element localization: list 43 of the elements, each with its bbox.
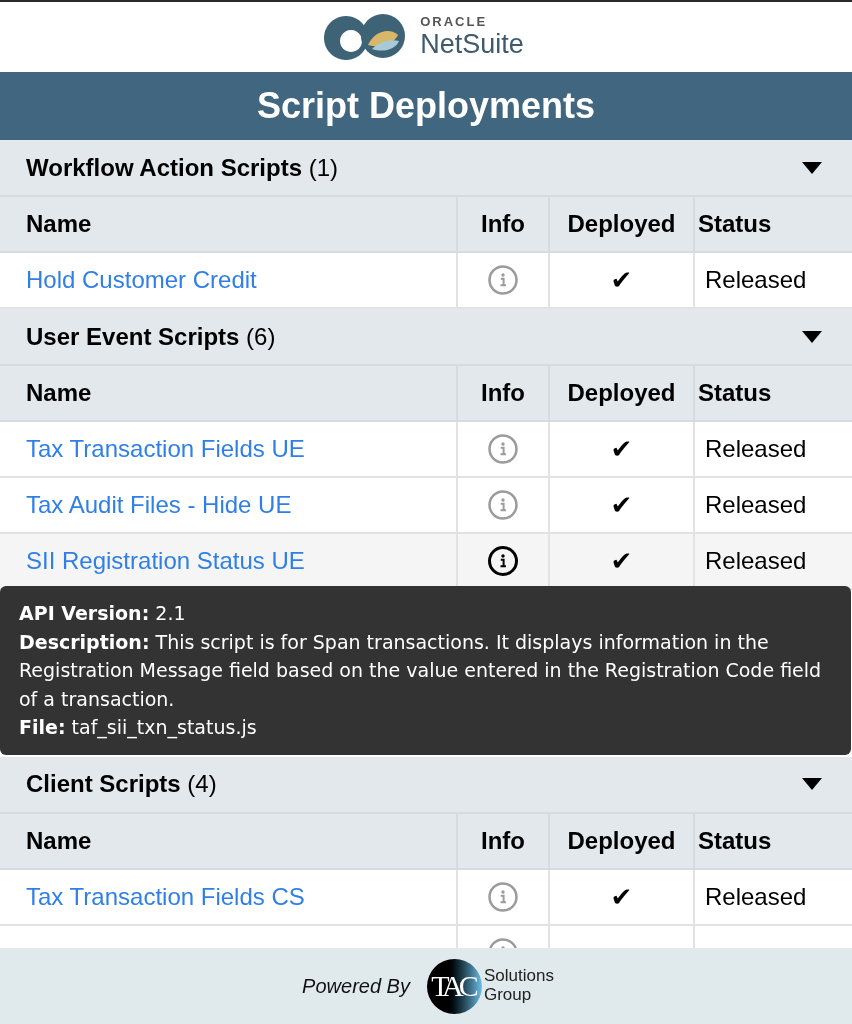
column-header: Status bbox=[695, 366, 852, 422]
tooltip-text: API Version: 2.1 bbox=[19, 601, 187, 626]
info-icon[interactable] bbox=[488, 546, 518, 576]
check-mark: ✔ bbox=[550, 422, 695, 476]
infinity-logo-icon bbox=[324, 13, 407, 61]
table-cell-text: Released bbox=[704, 490, 808, 520]
script-link[interactable]: Tax Transaction Fields CS bbox=[26, 884, 305, 909]
column-header: Name bbox=[0, 366, 458, 422]
caret-down-icon[interactable] bbox=[802, 778, 822, 790]
caret-down-icon[interactable] bbox=[802, 330, 822, 343]
column-header: Info bbox=[458, 197, 550, 253]
check-mark: ✔ bbox=[550, 253, 695, 307]
table-cell-text: Released bbox=[704, 546, 808, 576]
page-title: Script Deployments bbox=[0, 72, 852, 140]
column-header: Info bbox=[458, 366, 550, 422]
table-cell-text: Released bbox=[704, 265, 808, 295]
section-title: Workflow Action Scripts (1) bbox=[26, 155, 339, 180]
script-link[interactable]: Hold Customer Credit bbox=[26, 268, 257, 292]
company-name-text: Group bbox=[483, 985, 533, 1004]
column-header: Status bbox=[695, 813, 852, 870]
section-title: User Event Scripts (6) bbox=[26, 324, 276, 349]
column-header: Deployed bbox=[550, 366, 695, 422]
script-link[interactable]: Tax Transaction Fields UE bbox=[26, 437, 305, 461]
logo-text: NetSuite bbox=[420, 29, 524, 59]
column-header: Deployed bbox=[550, 813, 695, 870]
powered-by-text: Powered By bbox=[302, 974, 410, 999]
table-cell-text: Released bbox=[704, 434, 808, 464]
tooltip-text: File: taf_sii_txn_status.js bbox=[19, 715, 258, 741]
company-name-text: Solutions bbox=[483, 966, 554, 985]
column-header: Status bbox=[695, 197, 852, 253]
check-mark: ✔ bbox=[550, 869, 695, 924]
section-title: Client Scripts (4) bbox=[26, 772, 217, 796]
caret-down-icon[interactable] bbox=[802, 161, 822, 174]
column-header: Deployed bbox=[550, 197, 695, 253]
column-header: Name bbox=[0, 197, 458, 253]
table-cell-text: Released bbox=[704, 881, 808, 912]
column-header: Info bbox=[458, 813, 550, 870]
logo-text: ORACLE bbox=[420, 15, 488, 29]
script-link[interactable]: Tax Audit Files - Hide UE bbox=[26, 493, 292, 517]
check-mark: ✔ bbox=[550, 478, 695, 532]
column-header: Name bbox=[0, 813, 458, 870]
script-link[interactable]: SII Registration Status UE bbox=[26, 549, 305, 573]
tooltip-text: Description: This script is for Span transactions. It displays information in the Registration Message field based on the value entered in the Registration Code field of a transaction. bbox=[19, 629, 823, 712]
